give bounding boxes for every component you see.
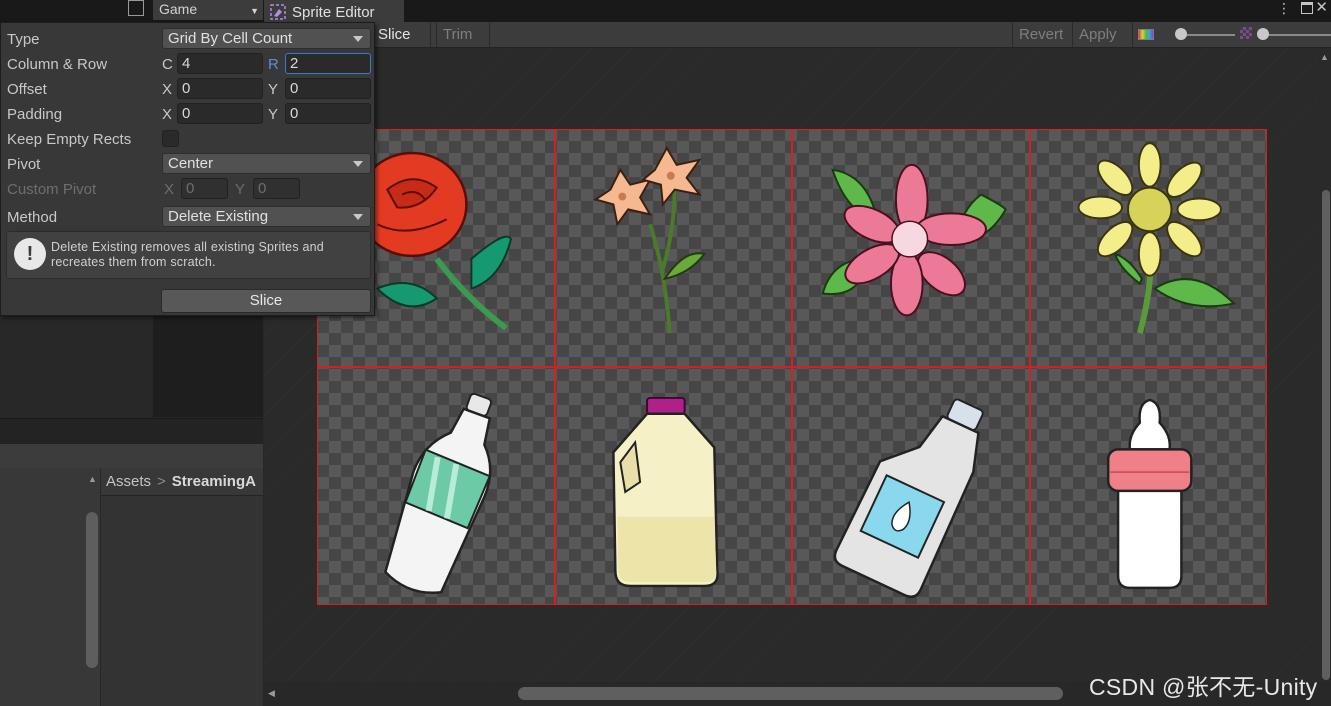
method-dropdown-value: Delete Existing xyxy=(168,208,269,225)
offset-x-axis-label: X xyxy=(162,81,173,98)
trim-button[interactable]: Trim xyxy=(436,22,490,47)
lily-sprite xyxy=(592,146,706,334)
chevron-down-icon xyxy=(353,36,363,42)
rgb-channel-icon[interactable] xyxy=(1138,29,1154,40)
keep-empty-rects-checkbox[interactable] xyxy=(162,130,179,147)
row-axis-label: R xyxy=(268,56,279,73)
watermark: CSDN @张不无-Unity xyxy=(1089,674,1318,700)
padding-y-field[interactable]: 0 xyxy=(285,103,371,124)
method-dropdown[interactable]: Delete Existing xyxy=(162,206,371,227)
sprite-cell-detergent-bottle[interactable] xyxy=(792,367,1030,605)
method-help-text: Delete Existing removes all existing Spr… xyxy=(51,240,324,269)
chevron-down-icon xyxy=(353,161,363,167)
method-label: Method xyxy=(7,209,58,226)
maximize-icon[interactable] xyxy=(128,0,144,16)
row-count-field[interactable]: 2 xyxy=(285,53,371,74)
game-view-dropdown[interactable]: Game ▼ xyxy=(153,0,263,20)
slice-settings-popup: Type Grid By Cell Count Column & Row C 4… xyxy=(0,22,375,316)
type-label: Type xyxy=(7,31,40,48)
project-folder-tree xyxy=(0,468,100,706)
sprite-cell-lily[interactable] xyxy=(554,129,792,367)
sprite-editor-tab-label: Sprite Editor xyxy=(292,4,375,21)
mip-slider-handle[interactable] xyxy=(1257,28,1269,40)
sunflower-sprite xyxy=(1077,142,1236,334)
window-close-icon[interactable]: ✕ xyxy=(1315,0,1328,16)
offset-x-field[interactable]: 0 xyxy=(177,78,263,99)
project-toolbar xyxy=(0,444,263,468)
column-count-field[interactable]: 4 xyxy=(177,53,263,74)
alpha-channel-icon[interactable] xyxy=(1240,27,1252,39)
sprite-cell-baby-bottle[interactable] xyxy=(1029,367,1267,605)
zoom-slider-handle[interactable] xyxy=(1175,28,1187,40)
milk-jug-sprite xyxy=(611,396,719,588)
pivot-label: Pivot xyxy=(7,156,41,173)
type-dropdown[interactable]: Grid By Cell Count xyxy=(162,28,371,49)
sprite-sheet[interactable] xyxy=(317,129,1267,605)
apply-button[interactable]: Apply xyxy=(1073,22,1133,47)
custom-pivot-y-axis-label: Y xyxy=(235,181,246,198)
baby-bottle-sprite xyxy=(1106,398,1193,590)
water-bottle-sprite xyxy=(384,392,493,594)
project-tree-scrollbar[interactable] xyxy=(86,512,98,668)
breadcrumb-assets[interactable]: Assets xyxy=(106,473,151,490)
detergent-bottle-sprite xyxy=(833,398,984,598)
pivot-dropdown-value: Center xyxy=(168,155,214,172)
custom-pivot-x-field: 0 xyxy=(181,178,228,199)
chevron-down-icon xyxy=(353,214,363,220)
custom-pivot-y-field: 0 xyxy=(253,178,300,199)
offset-y-axis-label: Y xyxy=(268,81,279,98)
revert-button[interactable]: Revert xyxy=(1012,22,1073,47)
game-view-area xyxy=(153,315,263,417)
padding-y-axis-label: Y xyxy=(268,106,279,123)
offset-label: Offset xyxy=(7,81,47,98)
sprite-cell-sunflower[interactable] xyxy=(1029,129,1267,367)
mip-slider-track[interactable] xyxy=(1261,34,1331,36)
pink-flower-sprite xyxy=(821,163,1007,317)
sprite-cell-water-bottle[interactable] xyxy=(317,367,555,605)
column-axis-label: C xyxy=(162,56,173,73)
offset-y-field[interactable]: 0 xyxy=(285,78,371,99)
slice-menu-label: Slice xyxy=(378,26,411,43)
pivot-dropdown[interactable]: Center xyxy=(162,153,371,174)
vertical-scroll-thumb[interactable] xyxy=(1322,190,1330,680)
sprite-editor-icon xyxy=(270,4,286,20)
warning-icon: ! xyxy=(14,238,46,270)
method-help-box: ! Delete Existing removes all existing S… xyxy=(6,231,371,279)
window-menu-icon[interactable]: ⋮ xyxy=(1277,0,1291,17)
slice-button[interactable]: Slice xyxy=(161,289,371,313)
breadcrumb: Assets > StreamingA xyxy=(101,468,263,496)
scroll-up-icon[interactable]: ▲ xyxy=(88,474,97,484)
breadcrumb-current-folder[interactable]: StreamingA xyxy=(172,473,256,490)
project-asset-area xyxy=(101,468,263,706)
padding-x-axis-label: X xyxy=(162,106,173,123)
keep-empty-rects-label: Keep Empty Rects xyxy=(7,131,132,148)
chevron-down-icon: ▼ xyxy=(250,6,259,16)
sprite-editor-toolbar: Slice ▼ Trim Revert Apply xyxy=(264,22,1331,66)
sprite-cell-milk-jug[interactable] xyxy=(554,367,792,605)
game-tab-label: Game xyxy=(159,1,198,17)
horizontal-scroll-thumb[interactable] xyxy=(518,687,1063,700)
custom-pivot-x-axis-label: X xyxy=(164,181,175,198)
scroll-left-icon[interactable]: ◀ xyxy=(268,688,275,699)
padding-x-field[interactable]: 0 xyxy=(177,103,263,124)
sprite-cell-pink-flower[interactable] xyxy=(792,129,1030,367)
panel-separator xyxy=(0,418,263,444)
padding-label: Padding xyxy=(7,106,63,123)
type-dropdown-value: Grid By Cell Count xyxy=(168,30,293,47)
custom-pivot-label: Custom Pivot xyxy=(7,181,97,198)
scroll-up-icon[interactable]: ▲ xyxy=(1320,52,1329,62)
zoom-slider-track[interactable] xyxy=(1179,34,1235,36)
window-maximize-icon[interactable] xyxy=(1301,2,1313,14)
slice-menu-button[interactable]: Slice ▼ xyxy=(374,22,431,66)
column-row-label: Column & Row xyxy=(7,56,108,73)
breadcrumb-separator: > xyxy=(157,473,166,490)
